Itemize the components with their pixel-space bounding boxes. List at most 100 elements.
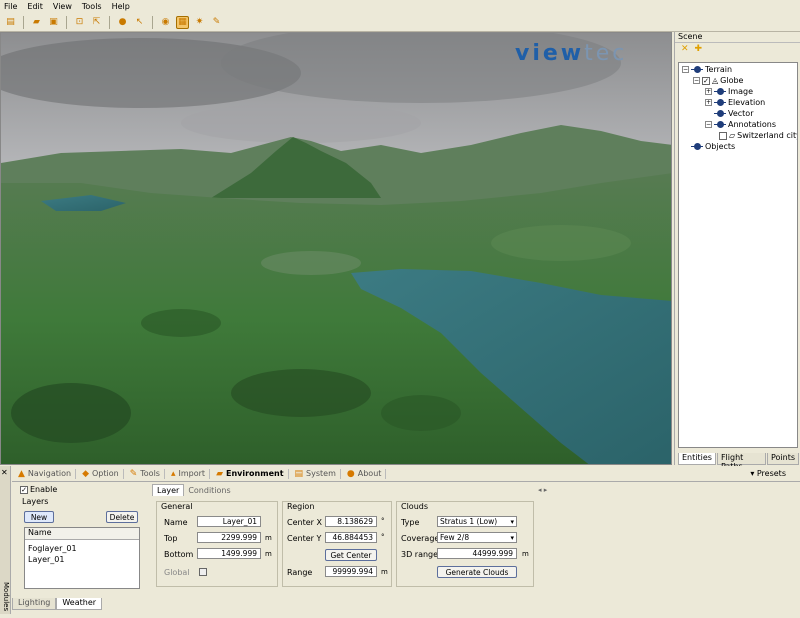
generate-clouds-button[interactable]: Generate Clouds (437, 566, 517, 578)
list-item[interactable]: Layer_01 (25, 555, 139, 566)
tool-icon[interactable]: ✎ (210, 16, 223, 29)
tree-node-globe[interactable]: − ✓ ◬ Globe (693, 76, 743, 85)
tree-node-switzerland[interactable]: ▱ Switzerland city (719, 131, 797, 140)
range-field[interactable]: 99999.994 (325, 566, 377, 577)
general-group: General Name Layer_01 Top 2299.999 m Bot… (156, 501, 278, 587)
menu-edit[interactable]: Edit (27, 2, 43, 11)
coverage-select[interactable]: Few 2/8 (437, 532, 517, 543)
bottom-tabs: Lighting Weather (12, 598, 103, 610)
tab-conditions[interactable]: Conditions (184, 485, 234, 496)
center-x-field[interactable]: 8.138629 (325, 516, 377, 527)
scene-title: Scene (675, 32, 800, 43)
tab-tools[interactable]: ✎ Tools (129, 468, 165, 479)
presets-button[interactable]: ▾ Presets (750, 469, 786, 478)
scene-tree[interactable]: − Terrain − ✓ ◬ Globe + Image + Elevatio… (678, 62, 798, 448)
menu-file[interactable]: File (4, 2, 17, 11)
layers-panel: ✓ Enable Layers New Delete Name Foglayer… (14, 483, 142, 593)
navigation-icon: ▲ (18, 468, 25, 479)
layers-list[interactable]: Name Foglayer_01 Layer_01 (24, 527, 140, 589)
expand-icon[interactable]: + (705, 88, 712, 95)
environment-icon: ▰ (216, 468, 223, 479)
tree-node-annotations[interactable]: − Annotations (705, 120, 776, 129)
save-icon[interactable]: ▣ (47, 16, 60, 29)
get-center-button[interactable]: Get Center (325, 549, 377, 561)
3d-range-field[interactable]: 44999.999 (437, 548, 517, 559)
node-icon (714, 99, 726, 106)
scene-panel: Scene ✕ ✚ − Terrain − ✓ ◬ Globe + Image … (674, 32, 800, 471)
add-icon[interactable]: ✚ (695, 44, 703, 54)
pointer-icon[interactable]: ↖ (133, 16, 146, 29)
sun-icon[interactable]: ✷ (193, 16, 206, 29)
new-icon[interactable]: ▤ (4, 16, 17, 29)
menu-help[interactable]: Help (112, 2, 130, 11)
clouds-group: Clouds Type Stratus 1 (Low) Coverage Few… (396, 501, 534, 587)
3d-viewport[interactable]: viewtec (0, 32, 672, 465)
enable-checkbox[interactable]: ✓ (20, 485, 28, 494)
sub-tabs: Layer Conditions (152, 483, 552, 496)
screenshot-icon[interactable]: ▦ (176, 15, 189, 29)
top-field[interactable]: 2299.999 (197, 532, 261, 543)
terrain-render (1, 33, 671, 464)
node-icon (714, 88, 726, 95)
modules-label: Modules (2, 582, 10, 612)
import-icon: ▴ (170, 468, 176, 479)
switzerland-checkbox[interactable] (719, 131, 727, 140)
tab-environment[interactable]: ▰ Environment (216, 468, 289, 479)
collapse-icon[interactable]: − (682, 66, 689, 73)
tab-system[interactable]: ▤ System (294, 468, 341, 479)
delete-icon[interactable]: ✕ (681, 44, 689, 54)
toolbar-separator (109, 15, 110, 29)
tree-node-objects[interactable]: Objects (691, 142, 735, 151)
node-icon (714, 121, 726, 128)
menu-tools[interactable]: Tools (82, 2, 102, 11)
tab-layer[interactable]: Layer (152, 484, 185, 496)
globe-icon[interactable]: ◉ (159, 16, 172, 29)
tab-lighting[interactable]: Lighting (12, 598, 57, 610)
option-icon: ◆ (82, 468, 89, 479)
close-icon[interactable]: ✕ (1, 468, 8, 477)
node-icon (691, 66, 703, 73)
type-select[interactable]: Stratus 1 (Low) (437, 516, 517, 527)
globe-checkbox[interactable]: ✓ (702, 76, 710, 85)
global-checkbox[interactable] (199, 568, 207, 576)
toolbar: ▤ ▰ ▣ ⊡ ⇱ ● ↖ ◉ ▦ ✷ ✎ (0, 13, 800, 32)
expand-icon[interactable]: + (705, 99, 712, 106)
new-button[interactable]: New (24, 511, 54, 523)
tree-node-image[interactable]: + Image (705, 87, 753, 96)
tree-node-elevation[interactable]: + Elevation (705, 98, 765, 107)
bottom-field[interactable]: 1499.999 (197, 548, 261, 559)
open-icon[interactable]: ▰ (30, 16, 43, 29)
name-field[interactable]: Layer_01 (197, 516, 261, 527)
enable-row[interactable]: ✓ Enable (20, 485, 57, 494)
region-group: Region Center X 8.138629 ° Center Y 46.8… (282, 501, 392, 587)
tab-scroll-arrows[interactable]: ◂ ▸ (538, 486, 547, 494)
tools-icon: ✎ (129, 468, 138, 479)
collapse-icon[interactable]: − (705, 121, 712, 128)
delete-button[interactable]: Delete (106, 511, 138, 523)
list-item[interactable]: Foglayer_01 (25, 544, 139, 555)
tab-weather[interactable]: Weather (56, 598, 103, 610)
menu-view[interactable]: View (53, 2, 72, 11)
scene-tabs: Entities Flight Paths Points (678, 453, 800, 471)
tab-navigation[interactable]: ▲ Navigation (18, 468, 77, 479)
environment-panel: Layer Conditions ◂ ▸ General Name Layer_… (152, 483, 552, 593)
system-icon: ▤ (294, 468, 304, 479)
tab-import[interactable]: ▴ Import (170, 468, 211, 479)
tab-points[interactable]: Points (766, 453, 799, 465)
tab-about[interactable]: ● About (347, 468, 387, 479)
fit-view-icon[interactable]: ⊡ (73, 16, 86, 29)
annotation-icon: ▱ (729, 131, 736, 140)
menu-bar: File Edit View Tools Help (0, 0, 800, 13)
center-y-field[interactable]: 46.884453 (325, 532, 377, 543)
tab-flight-paths[interactable]: Flight Paths (716, 453, 766, 471)
list-header: Name (25, 528, 139, 540)
tab-entities[interactable]: Entities (678, 453, 716, 465)
help-icon[interactable]: ● (116, 16, 129, 29)
node-icon (714, 110, 726, 117)
measure-icon[interactable]: ⇱ (90, 16, 103, 29)
tree-node-vector[interactable]: Vector (714, 109, 754, 118)
toolbar-separator (152, 15, 153, 29)
tree-node-terrain[interactable]: − Terrain (682, 65, 732, 74)
collapse-icon[interactable]: − (693, 77, 700, 84)
tab-option[interactable]: ◆ Option (82, 468, 124, 479)
